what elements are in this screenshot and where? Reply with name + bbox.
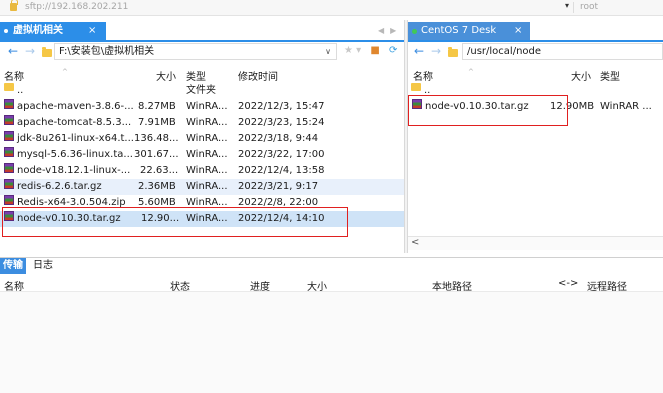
left-column-header: 名称 ^ 大小 类型 修改时间 <box>0 65 404 83</box>
rar-file-icon <box>4 179 14 189</box>
rar-file-icon <box>4 99 14 109</box>
column-name[interactable]: 名称 <box>4 278 24 293</box>
folder-icon <box>42 47 52 57</box>
column-progress[interactable]: 进度 <box>250 278 270 293</box>
scroll-left-icon[interactable]: < <box>411 237 419 248</box>
remote-path-input[interactable]: /usr/local/node <box>462 43 663 60</box>
rar-file-icon <box>4 163 14 173</box>
transfer-list <box>0 292 663 393</box>
folder-icon <box>411 83 421 91</box>
refresh-icon[interactable]: ⟳ <box>389 45 397 56</box>
column-size[interactable]: 大小 <box>156 68 176 83</box>
host-dropdown-icon[interactable]: ▾ <box>565 1 569 10</box>
home-icon[interactable]: ■ <box>370 45 379 56</box>
list-item[interactable]: apache-maven-3.8.6-... 8.27MB WinRA... 2… <box>0 99 404 115</box>
local-path-input[interactable]: F:\安装包\虚拟机相关 ∨ <box>54 43 337 60</box>
forward-arrow-icon[interactable]: → <box>431 44 441 58</box>
column-name[interactable]: 名称 <box>4 68 24 83</box>
column-local-path[interactable]: 本地路径 <box>432 278 472 293</box>
column-size[interactable]: 大小 <box>307 278 327 293</box>
tab-dot-icon <box>4 29 8 33</box>
right-column-header: 名称 ^ 大小 类型 <box>408 65 663 83</box>
right-path-bar: ← → /usr/local/node <box>408 43 663 61</box>
column-type[interactable]: 类型 <box>600 68 620 83</box>
list-item[interactable]: node-v18.12.1-linux-... 22.63... WinRA..… <box>0 163 404 179</box>
local-path-text: F:\安装包\虚拟机相关 <box>59 46 155 57</box>
tab-label: 虚拟机相关 <box>13 25 63 36</box>
annotation-highlight-box <box>408 95 568 126</box>
rar-file-icon <box>4 131 14 141</box>
tab-scroll-arrows-icon[interactable]: ◀▶ <box>378 26 402 35</box>
rar-file-icon <box>4 147 14 157</box>
list-item[interactable]: .. 文件夹 <box>0 83 404 99</box>
right-tabstrip: CentOS 7 Desk × <box>408 22 663 42</box>
lock-icon <box>10 0 18 11</box>
back-arrow-icon[interactable]: ← <box>414 44 424 58</box>
bottom-tabbar: 传输 日志 <box>0 257 663 274</box>
transfer-column-header: 名称 状态 进度 大小 本地路径 <-> 远程路径 <box>0 276 663 293</box>
tab-log[interactable]: 日志 <box>30 258 56 274</box>
forward-arrow-icon[interactable]: → <box>25 44 35 58</box>
left-tabstrip: 虚拟机相关 × ◀▶ <box>0 22 404 42</box>
list-item[interactable]: redis-6.2.6.tar.gz 2.36MB WinRA... 2022/… <box>0 179 404 195</box>
list-item[interactable]: jdk-8u261-linux-x64.t... 136.48... WinRA… <box>0 131 404 147</box>
sort-caret-icon: ^ <box>468 68 474 76</box>
close-icon[interactable]: × <box>88 22 96 40</box>
panel-splitter[interactable] <box>404 20 408 253</box>
tab-label: CentOS 7 Desk <box>421 25 497 36</box>
chevron-down-icon[interactable]: ∨ <box>325 44 331 59</box>
tab-transfer[interactable]: 传输 <box>0 258 26 274</box>
annotation-highlight-box <box>2 207 348 237</box>
session-user: root <box>580 2 599 12</box>
back-arrow-icon[interactable]: ← <box>8 44 18 58</box>
column-name[interactable]: 名称 <box>413 68 433 83</box>
connected-status-icon <box>412 29 417 34</box>
rar-file-icon <box>4 115 14 125</box>
tab-local-folder[interactable]: 虚拟机相关 × <box>0 22 106 40</box>
sort-caret-icon: ^ <box>62 68 68 76</box>
session-host: sftp://192.168.202.211 <box>25 2 129 12</box>
rar-file-icon <box>4 195 14 205</box>
column-type[interactable]: 类型 <box>186 68 206 83</box>
bookmark-star-icon[interactable]: ★ ▾ <box>344 45 361 56</box>
remote-path-text: /usr/local/node <box>467 46 542 57</box>
column-size[interactable]: 大小 <box>571 68 591 83</box>
horizontal-scrollbar[interactable]: < <box>408 236 663 250</box>
left-path-bar: ← → F:\安装包\虚拟机相关 ∨ ★ ▾ ■ ⟳ <box>0 43 404 61</box>
list-item[interactable]: apache-tomcat-8.5.3... 7.91MB WinRA... 2… <box>0 115 404 131</box>
close-icon[interactable]: × <box>514 22 522 40</box>
column-remote-path[interactable]: 远程路径 <box>587 278 627 293</box>
column-modified[interactable]: 修改时间 <box>238 68 278 83</box>
column-direction[interactable]: <-> <box>558 278 578 289</box>
folder-icon <box>4 83 14 91</box>
folder-icon <box>448 47 458 57</box>
address-bar: sftp://192.168.202.211 ▾ root <box>0 0 663 16</box>
column-status[interactable]: 状态 <box>170 278 190 293</box>
list-item[interactable]: mysql-5.6.36-linux.ta... 301.67... WinRA… <box>0 147 404 163</box>
tab-remote-session[interactable]: CentOS 7 Desk × <box>408 22 530 40</box>
